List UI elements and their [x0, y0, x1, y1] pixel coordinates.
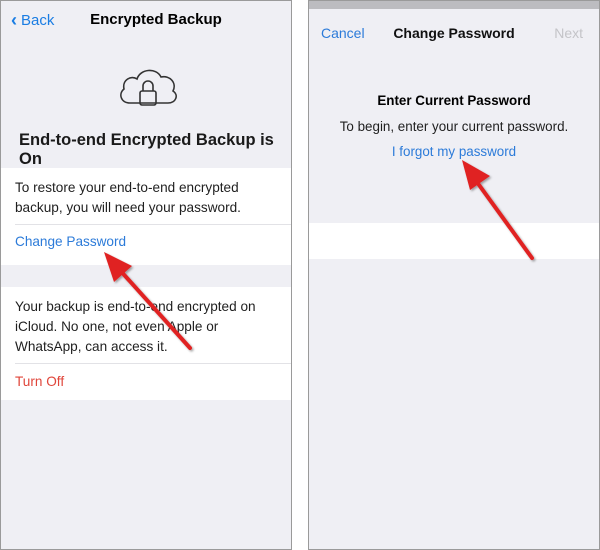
- restore-group: To restore your end-to-end encrypted bac…: [1, 168, 291, 265]
- modal-backdrop: [309, 1, 599, 9]
- encryption-info-text: Your backup is end-to-end encrypted on i…: [15, 299, 256, 354]
- encrypted-backup-screen: ‹ Back Encrypted Backup End-to-end Encry…: [0, 0, 292, 550]
- divider: [15, 224, 291, 225]
- restore-description: To restore your end-to-end encrypted bac…: [15, 180, 241, 215]
- change-password-button[interactable]: Change Password: [15, 234, 126, 249]
- enter-password-subtitle: To begin, enter your current password.: [339, 119, 569, 134]
- turn-off-button[interactable]: Turn Off: [15, 374, 64, 389]
- cloud-lock-icon: [116, 63, 180, 113]
- divider: [15, 363, 291, 364]
- enter-password-heading: Enter Current Password: [377, 93, 531, 108]
- backup-status-heading: End-to-end Encrypted Backup is On: [19, 131, 274, 168]
- current-password-field[interactable]: [309, 223, 599, 259]
- next-button[interactable]: Next: [554, 25, 583, 41]
- info-group: Your backup is end-to-end encrypted on i…: [1, 287, 291, 400]
- forgot-password-link[interactable]: I forgot my password: [309, 144, 599, 159]
- cancel-button[interactable]: Cancel: [321, 25, 365, 41]
- page-title: Encrypted Backup: [90, 11, 222, 28]
- navigation-bar: ‹ Back Encrypted Backup: [1, 1, 291, 41]
- change-password-screen: Change Password Cancel Next Enter Curren…: [308, 0, 600, 550]
- change-password-sheet: Change Password Cancel Next Enter Curren…: [309, 9, 599, 549]
